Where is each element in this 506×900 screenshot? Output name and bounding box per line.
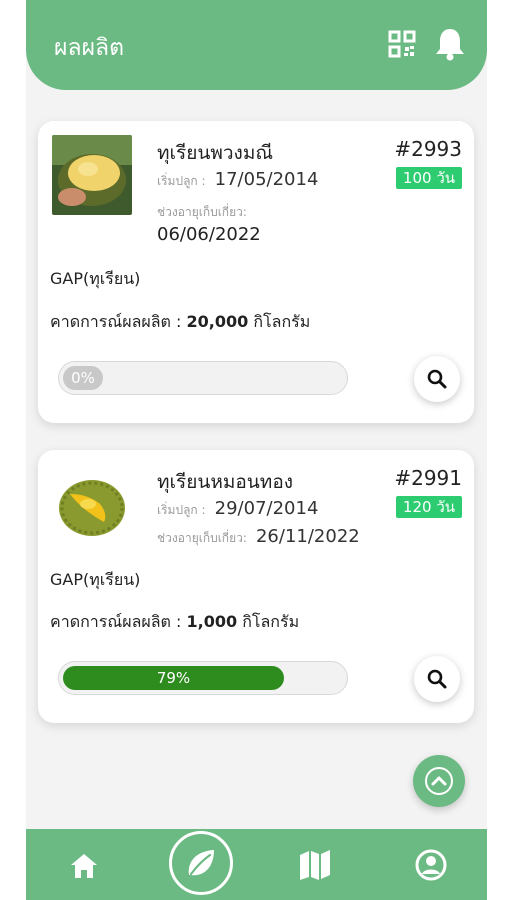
- product-name: ทุเรียนพวงมณี: [157, 142, 273, 164]
- estimate-row: คาดการณ์ผลผลิต : 1,000 กิโลกรัม: [50, 610, 299, 635]
- harvest-date: 26/11/2022: [255, 526, 360, 547]
- estimate-unit: กิโลกรัม: [253, 312, 311, 331]
- progress-text: 79%: [156, 669, 191, 687]
- chevron-up-icon: [425, 767, 453, 795]
- home-icon: [71, 854, 97, 878]
- nav-map[interactable]: [296, 829, 336, 900]
- harvest-label: ช่วงอายุเก็บเกี่ยว:: [157, 205, 247, 219]
- product-card[interactable]: ทุเรียนหมอนทอง เริ่มปลูก : 29/07/2014 ช่…: [38, 450, 474, 723]
- plant-date-row: เริ่มปลูก : 29/07/2014: [157, 498, 318, 520]
- harvest-date: 06/06/2022: [157, 224, 261, 245]
- standard-label: GAP(ทุเรียน): [50, 570, 141, 589]
- bottom-nav: [26, 829, 487, 900]
- search-button[interactable]: [414, 356, 460, 402]
- qr-code-icon[interactable]: [388, 30, 416, 58]
- nav-products[interactable]: [169, 831, 233, 895]
- plant-date-row: เริ่มปลูก : 17/05/2014: [157, 169, 318, 191]
- app-screen: ผลผลิต ทุเรียนพวงมณี เริ่มปลูก: 17/05/2…: [26, 0, 487, 900]
- estimate-value: 20,000: [186, 312, 249, 331]
- plant-date-label: เริ่มปลูก :: [157, 503, 206, 517]
- progress-text: 0%: [71, 369, 95, 387]
- days-badge: 120 วัน: [395, 496, 462, 518]
- harvest-row: ช่วงอายุเก็บเกี่ยว: 26/11/2022: [157, 526, 360, 548]
- progress-bar: 79%: [58, 661, 348, 695]
- product-card[interactable]: ทุเรียนพวงมณี เริ่มปลูก : 17/05/2014 ช่ว…: [38, 121, 474, 423]
- harvest-label: ช่วงอายุเก็บเกี่ยว:: [157, 531, 247, 545]
- plant-date: 17/05/2014: [214, 169, 319, 190]
- header-bar: ผลผลิต: [26, 0, 487, 90]
- search-button[interactable]: [414, 656, 460, 702]
- progress-bar: 0%: [58, 361, 348, 395]
- days-badge: 100 วัน: [395, 167, 462, 189]
- bell-icon[interactable]: [433, 26, 467, 62]
- lot-number: #2993: [394, 137, 462, 161]
- durian-image: [52, 135, 132, 215]
- profile-icon: [415, 849, 447, 881]
- map-icon: [300, 850, 330, 880]
- nav-profile[interactable]: [411, 829, 451, 900]
- estimate-unit: กิโลกรัม: [242, 612, 300, 631]
- plant-date-label: เริ่มปลูก :: [157, 174, 206, 188]
- scroll-to-top-button[interactable]: [413, 755, 465, 807]
- estimate-label: คาดการณ์ผลผลิต :: [50, 312, 182, 331]
- standard-label: GAP(ทุเรียน): [50, 269, 141, 288]
- estimate-label: คาดการณ์ผลผลิต :: [50, 612, 182, 631]
- lot-number: #2991: [394, 466, 462, 490]
- search-icon: [427, 369, 447, 389]
- estimate-row: คาดการณ์ผลผลิต : 20,000 กิโลกรัม: [50, 310, 310, 335]
- estimate-value: 1,000: [186, 612, 238, 631]
- product-name: ทุเรียนหมอนทอง: [157, 471, 294, 493]
- leaf-icon: [188, 850, 214, 876]
- nav-home[interactable]: [64, 829, 104, 900]
- page-title: ผลผลิต: [54, 35, 125, 61]
- plant-date: 29/07/2014: [214, 498, 319, 519]
- durian-image: [52, 464, 132, 544]
- search-icon: [427, 669, 447, 689]
